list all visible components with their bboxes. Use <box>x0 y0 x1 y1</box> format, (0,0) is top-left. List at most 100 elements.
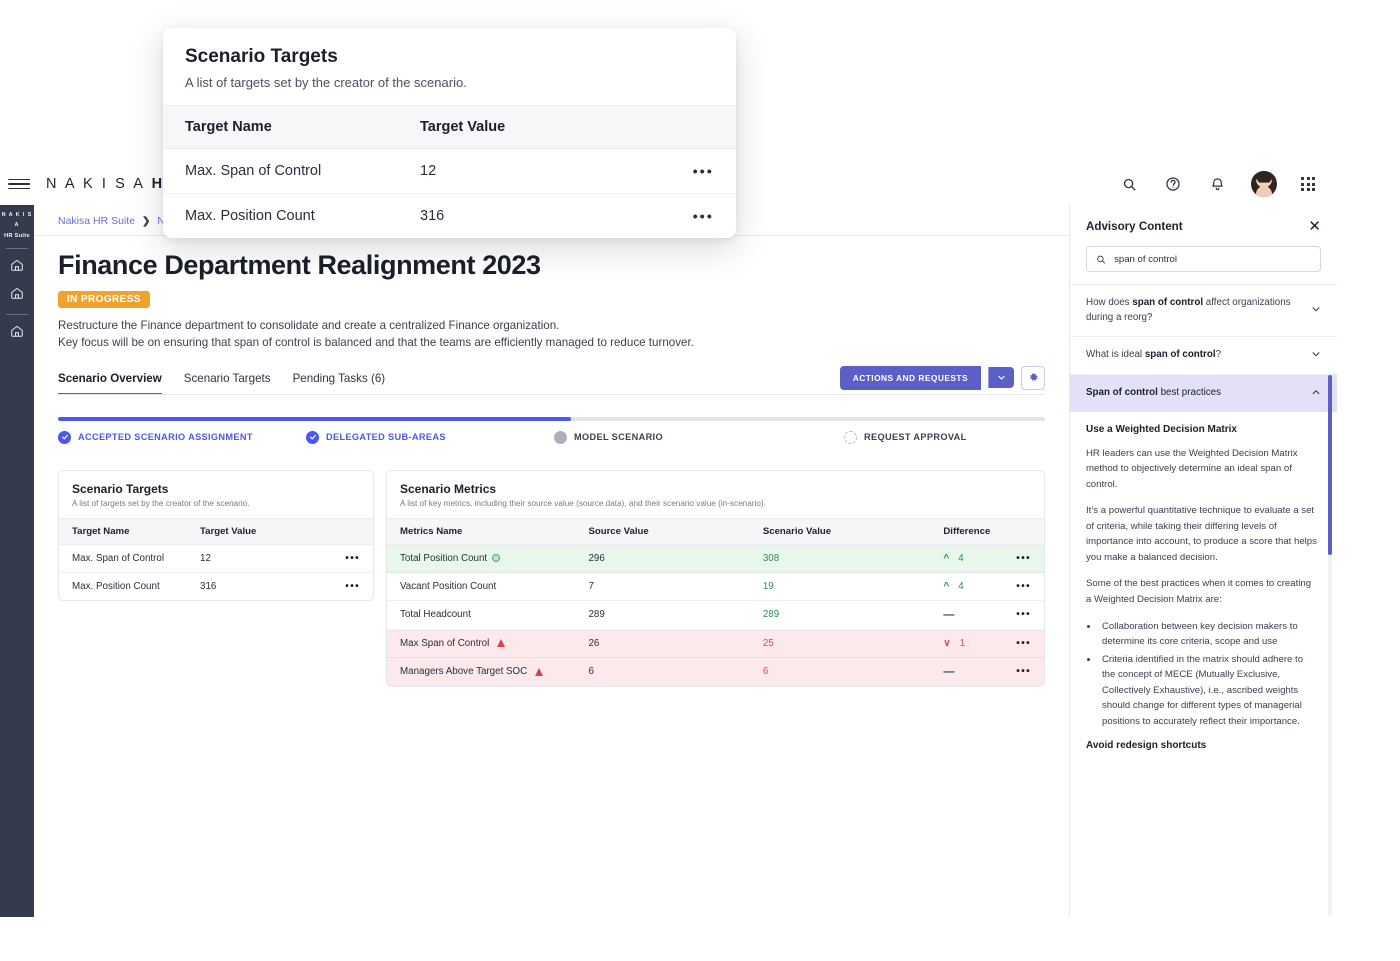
difference-cell: — <box>930 657 1003 686</box>
metric-name-text: Total Position Count <box>400 552 488 564</box>
target-name-cell: Max. Span of Control <box>59 544 187 573</box>
column-target-name[interactable]: Target Name <box>59 517 187 545</box>
sidebar-item-home-1[interactable] <box>0 251 34 279</box>
target-name-cell: Max. Position Count <box>185 208 315 224</box>
row-menu-icon[interactable]: ••• <box>1003 657 1044 686</box>
advisory-scrollbar[interactable] <box>1328 375 1332 917</box>
apps-grid-icon[interactable] <box>1301 177 1315 191</box>
column-target-value[interactable]: Target Value <box>187 517 333 545</box>
tab-scenario-targets[interactable]: Scenario Targets <box>184 372 271 395</box>
rail-logo-line1: N A K I S A <box>1 212 33 228</box>
settings-button[interactable] <box>1021 365 1045 390</box>
toolbar-actions: ACTIONS AND REQUESTS <box>839 365 1045 395</box>
row-menu-icon[interactable]: ••• <box>1003 544 1044 573</box>
table-row[interactable]: Total Headcount 289 289 — ••• <box>387 600 1044 630</box>
actions-dropdown-button[interactable] <box>988 367 1014 389</box>
q3-bold: Span of control <box>1086 387 1158 399</box>
tab-list: Scenario Overview Scenario Targets Pendi… <box>58 372 385 395</box>
progress-step-accepted-scenario-assignment[interactable]: ACCEPTED SCENARIO ASSIGNMENT <box>58 430 306 444</box>
warning-triangle-icon <box>535 667 544 676</box>
hamburger-menu-icon[interactable] <box>8 173 30 195</box>
advisory-search-box[interactable] <box>1086 246 1321 272</box>
table-row[interactable]: Vacant Position Count 7 19 ^ 4 ••• <box>387 572 1044 601</box>
row-menu-icon[interactable]: ••• <box>664 194 736 239</box>
advisory-question-3[interactable]: Span of control best practices <box>1070 375 1337 412</box>
search-icon[interactable] <box>1119 174 1139 194</box>
q1-pre: How does <box>1086 297 1133 308</box>
no-change-icon: — <box>943 608 955 621</box>
scenario-targets-card-header: Scenario Targets A list of targets set b… <box>59 471 373 518</box>
rail-logo: N A K I S A HR Suite <box>0 211 34 241</box>
card-title: Scenario Metrics <box>400 481 497 496</box>
bell-icon[interactable] <box>1207 174 1227 194</box>
difference-cell: ^ 4 <box>930 572 1004 601</box>
application-window: N A K I S A HR Suite <box>0 163 1337 917</box>
q1-bold: span of control <box>1132 297 1204 308</box>
chevron-up-icon: ^ <box>943 552 950 564</box>
popup-subtitle: A list of targets set by the creator of … <box>185 75 467 90</box>
close-icon[interactable]: ✕ <box>1308 219 1321 234</box>
row-menu-icon[interactable]: ••• <box>1003 600 1044 630</box>
page-header: Finance Department Realignment 2023 IN P… <box>34 236 1069 352</box>
q3-post: best practices <box>1157 387 1222 399</box>
chevron-down-icon <box>1311 349 1321 362</box>
column-target-name[interactable]: Target Name <box>163 105 398 149</box>
chevron-down-icon <box>1311 304 1321 317</box>
table-row[interactable]: Max. Span of Control 12 ••• <box>59 544 373 573</box>
column-target-value[interactable]: Target Value <box>398 105 664 149</box>
tab-pending-tasks[interactable]: Pending Tasks (6) <box>293 372 386 395</box>
main-content-area: Nakisa HR Suite ❯ N Finance Department R… <box>34 205 1069 917</box>
user-avatar[interactable] <box>1251 171 1278 197</box>
column-metrics-name[interactable]: Metrics Name <box>387 517 576 545</box>
advisory-question-text: How does span of control affect organiza… <box>1086 296 1301 325</box>
progress-steps: ACCEPTED SCENARIO ASSIGNMENT DELEGATED S… <box>58 430 1045 444</box>
popup-targets-table: Target Name Target Value Max. Span of Co… <box>163 105 736 238</box>
progress-step-label: REQUEST APPROVAL <box>864 432 967 443</box>
metric-name-cell: Total Headcount <box>387 600 576 630</box>
article-paragraph-1: HR leaders can use the Weighted Decision… <box>1086 447 1298 490</box>
chevron-down-icon: ∨ <box>943 637 951 649</box>
progress-track <box>58 416 1045 421</box>
table-row[interactable]: Managers Above Target SOC 6 6 — ••• <box>387 657 1044 686</box>
column-difference[interactable]: Difference <box>930 517 1004 545</box>
popup-header: Scenario Targets A list of targets set b… <box>163 28 736 105</box>
table-row[interactable]: Max Span of Control 26 25 ∨ 1 ••• <box>387 629 1044 658</box>
page-title: Finance Department Realignment 2023 <box>58 250 541 280</box>
tab-scenario-overview[interactable]: Scenario Overview <box>58 372 162 395</box>
row-menu-icon[interactable]: ••• <box>664 148 736 194</box>
scenario-value-cell: 308 <box>749 544 931 573</box>
metric-name-cell: Max Span of Control <box>387 629 576 658</box>
breadcrumb-item-0[interactable]: Nakisa HR Suite <box>58 215 135 227</box>
search-input[interactable] <box>1114 253 1311 265</box>
source-value-cell: 289 <box>575 600 750 630</box>
page-description-line-2: Key focus will be on ensuring that span … <box>58 335 694 349</box>
card-title: Scenario Targets <box>72 481 169 496</box>
gear-icon <box>1029 373 1038 381</box>
column-actions <box>1003 517 1044 545</box>
help-icon[interactable] <box>1163 174 1183 194</box>
table-row[interactable]: Max. Span of Control 12 ••• <box>163 148 736 194</box>
row-menu-icon[interactable]: ••• <box>1003 572 1044 601</box>
table-row[interactable]: Max. Position Count 316 ••• <box>163 194 736 239</box>
sidebar-item-home-2[interactable] <box>0 279 34 307</box>
column-source-value[interactable]: Source Value <box>575 517 750 545</box>
progress-step-delegated-sub-areas[interactable]: DELEGATED SUB-AREAS <box>306 430 554 444</box>
progress-step-label: MODEL SCENARIO <box>574 432 663 443</box>
sidebar-item-home-3[interactable] <box>0 317 34 345</box>
advisory-question-2[interactable]: What is ideal span of control? <box>1070 337 1337 376</box>
target-name-cell: Max. Span of Control <box>163 148 398 194</box>
progress-step-model-scenario[interactable]: MODEL SCENARIO <box>554 430 844 444</box>
actions-and-requests-button[interactable]: ACTIONS AND REQUESTS <box>839 365 981 390</box>
table-row[interactable]: Total Position Count 296 308 ^ 4 ••• <box>387 544 1044 573</box>
row-menu-icon[interactable]: ••• <box>332 572 373 600</box>
row-menu-icon[interactable]: ••• <box>1003 629 1044 658</box>
article-paragraph-2: It’s a powerful quantitative technique t… <box>1086 505 1317 563</box>
advisory-scrollbar-thumb[interactable] <box>1328 375 1332 555</box>
table-row[interactable]: Max. Position Count 316 ••• <box>59 572 373 600</box>
column-scenario-value[interactable]: Scenario Value <box>749 517 931 545</box>
progress-step-request-approval[interactable]: REQUEST APPROVAL <box>844 430 967 444</box>
row-menu-icon[interactable]: ••• <box>332 544 373 573</box>
advisory-question-1[interactable]: How does span of control affect organiza… <box>1070 285 1337 338</box>
filled-circle-icon <box>554 430 567 444</box>
page-description-line-1: Restructure the Finance department to co… <box>58 319 560 332</box>
